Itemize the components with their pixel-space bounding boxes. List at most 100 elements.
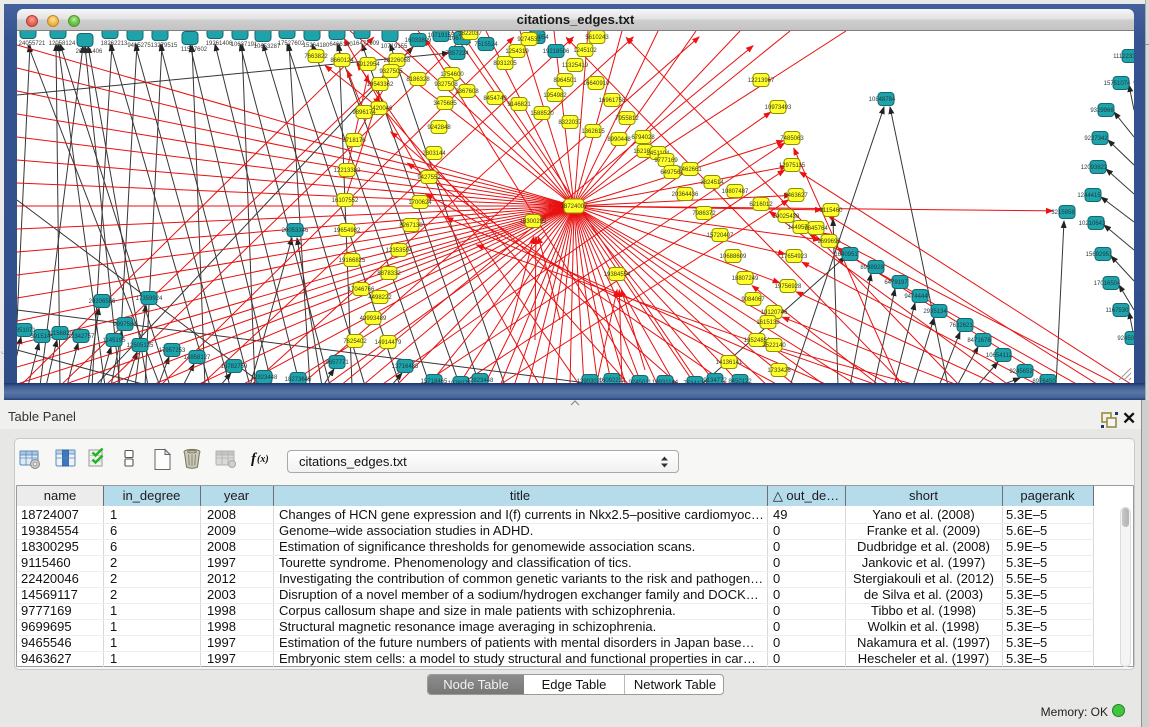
svg-text:1244415: 1244415 (1077, 193, 1101, 199)
svg-text:15720407: 15720407 (707, 233, 734, 239)
svg-text:16640910: 16640910 (583, 81, 610, 87)
svg-text:16782759: 16782759 (221, 364, 248, 370)
svg-text:1588520: 1588520 (530, 111, 554, 117)
svg-text:11325419: 11325419 (562, 63, 589, 69)
svg-text:8990448: 8990448 (607, 137, 631, 143)
svg-text:8938928: 8938928 (860, 265, 884, 271)
svg-text:9777169: 9777169 (654, 158, 678, 164)
svg-text:23226058: 23226058 (384, 58, 411, 64)
svg-text:10848784: 10848784 (869, 97, 896, 103)
svg-text:7485063: 7485063 (780, 136, 804, 142)
svg-text:8186328: 8186328 (406, 77, 430, 83)
svg-text:9327505: 9327505 (379, 69, 403, 75)
svg-text:8964501: 8964501 (553, 78, 577, 84)
svg-text:1145195: 1145195 (103, 338, 127, 344)
svg-text:20206556: 20206556 (89, 299, 116, 305)
svg-text:8931205: 8931205 (493, 61, 517, 67)
svg-text:9427552: 9427552 (417, 175, 441, 181)
svg-text:10654112: 10654112 (986, 353, 1013, 359)
svg-text:40993489: 40993489 (360, 316, 387, 322)
svg-text:15692951: 15692951 (1086, 252, 1113, 258)
svg-text:18807249: 18807249 (732, 276, 759, 282)
svg-text:(x): (x) (257, 454, 269, 465)
svg-text:8912954: 8912954 (356, 62, 380, 68)
svg-text:16471909: 16471909 (353, 41, 380, 47)
svg-text:10543362: 10543362 (367, 82, 394, 88)
svg-text:1733426: 1733426 (767, 368, 791, 374)
svg-text:13279515: 13279515 (151, 43, 178, 49)
svg-text:19384554: 19384554 (604, 272, 631, 278)
svg-text:14136141: 14136141 (716, 360, 743, 366)
svg-text:17359924: 17359924 (136, 296, 163, 302)
svg-text:4498222: 4498222 (368, 295, 392, 301)
svg-text:7515524: 7515524 (474, 42, 498, 48)
svg-text:2803144: 2803144 (422, 151, 446, 157)
svg-text:3822037: 3822037 (458, 31, 482, 37)
svg-text:1245102: 1245102 (573, 48, 597, 54)
svg-text:19261406: 19261406 (206, 41, 233, 47)
svg-text:18724007: 18724007 (561, 204, 588, 210)
svg-text:14958127: 14958127 (184, 355, 211, 361)
svg-text:10807487: 10807487 (722, 189, 749, 195)
svg-text:9896174: 9896174 (352, 110, 376, 116)
svg-text:8878332: 8878332 (377, 271, 401, 277)
svg-text:12923448: 12923448 (251, 375, 278, 381)
svg-text:8660124: 8660124 (330, 58, 354, 64)
svg-text:17046766: 17046766 (348, 287, 375, 293)
svg-text:15264180: 15264180 (303, 43, 330, 49)
svg-text:10210643: 10210643 (1079, 221, 1106, 227)
svg-text:13716485: 13716485 (392, 364, 419, 370)
svg-text:16107552: 16107552 (332, 198, 359, 204)
svg-text:12213967: 12213967 (748, 78, 775, 84)
svg-text:7462661: 7462661 (678, 167, 702, 173)
svg-text:3475685: 3475685 (433, 101, 457, 107)
svg-text:9245652: 9245652 (1009, 369, 1033, 375)
svg-text:1700624: 1700624 (408, 200, 432, 206)
svg-text:18262213: 18262213 (101, 41, 128, 47)
svg-text:11122334: 11122334 (1113, 54, 1134, 60)
svg-text:19756928: 19756928 (775, 284, 802, 290)
svg-text:12213382: 12213382 (334, 168, 361, 174)
svg-text:2935134: 2935134 (923, 309, 947, 315)
svg-text:1615132: 1615132 (756, 320, 780, 326)
svg-text:7663822: 7663822 (304, 54, 328, 60)
svg-text:11527602: 11527602 (181, 47, 208, 53)
svg-text:18273645: 18273645 (285, 377, 312, 383)
svg-text:1362615: 1362615 (581, 129, 605, 135)
svg-text:9699695: 9699695 (817, 239, 841, 245)
svg-text:12505135: 12505135 (127, 343, 154, 349)
svg-text:9415275: 9415275 (127, 43, 151, 49)
svg-text:3824514: 3824514 (700, 180, 724, 186)
svg-text:17527602: 17527602 (278, 41, 305, 47)
svg-text:20053346: 20053346 (282, 228, 309, 234)
svg-text:9845764: 9845764 (804, 226, 828, 232)
svg-text:12975115: 12975115 (779, 163, 806, 169)
svg-text:9463627: 9463627 (784, 193, 808, 199)
svg-text:8454749: 8454749 (483, 96, 507, 102)
svg-text:9146821: 9146821 (507, 102, 531, 108)
svg-text:6479197: 6479197 (884, 280, 908, 286)
svg-text:1640951: 1640951 (834, 252, 858, 258)
svg-text:10973493: 10973493 (765, 105, 792, 111)
svg-text:14914479: 14914479 (375, 340, 402, 346)
svg-text:2367608: 2367608 (455, 89, 479, 95)
svg-text:12353594: 12353594 (386, 248, 413, 254)
svg-text:5610243: 5610243 (585, 35, 609, 41)
svg-text:9115460: 9115460 (820, 208, 844, 214)
svg-text:1954982: 1954982 (543, 93, 567, 99)
svg-text:9657771: 9657771 (325, 360, 349, 366)
svg-text:7625402: 7625402 (343, 339, 367, 345)
svg-text:9242848: 9242848 (427, 125, 451, 131)
svg-text:17016504: 17016504 (1094, 281, 1121, 287)
svg-text:9227342: 9227342 (1084, 136, 1108, 142)
svg-text:18300295: 18300295 (520, 219, 547, 225)
svg-text:19654982: 19654982 (334, 228, 361, 234)
svg-text:3215958: 3215958 (1051, 210, 1075, 216)
svg-text:12058124: 12058124 (49, 41, 76, 47)
svg-text:7357224: 7357224 (445, 51, 469, 57)
svg-text:8267130: 8267130 (399, 223, 423, 229)
svg-text:10025438: 10025438 (773, 214, 800, 220)
svg-text:12093823: 12093823 (1081, 165, 1108, 171)
svg-text:1254319: 1254319 (505, 49, 529, 55)
svg-text:6466160: 6466160 (329, 42, 353, 48)
